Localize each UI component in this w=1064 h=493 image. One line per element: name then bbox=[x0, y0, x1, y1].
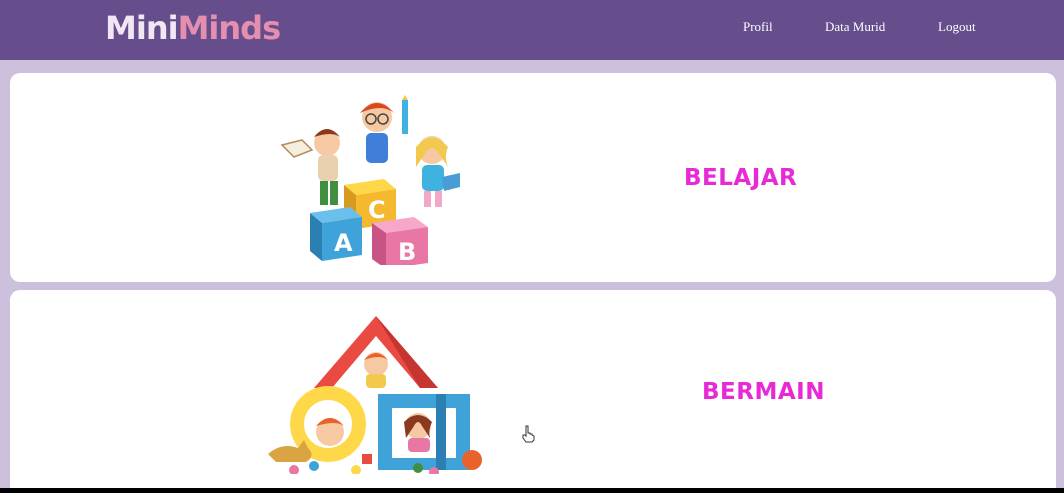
card-label-bermain: BERMAIN bbox=[702, 379, 825, 405]
brand-logo-part1: Mini bbox=[105, 9, 179, 47]
nav-link-profil[interactable]: Profil bbox=[743, 19, 773, 35]
svg-text:B: B bbox=[398, 238, 416, 265]
card-label-belajar: BELAJAR bbox=[684, 165, 798, 191]
svg-text:C: C bbox=[368, 196, 386, 224]
card-belajar[interactable]: C A B BELAJAR bbox=[10, 73, 1056, 282]
svg-text:A: A bbox=[334, 229, 353, 257]
navbar: MiniMinds Profil Data Murid Logout bbox=[0, 0, 1064, 60]
brand-logo[interactable]: MiniMinds bbox=[105, 8, 282, 48]
bottom-edge-bar bbox=[0, 488, 1064, 493]
hand-cursor-icon bbox=[522, 425, 535, 443]
kids-playhouse-icon bbox=[268, 316, 482, 474]
nav-link-logout[interactable]: Logout bbox=[938, 19, 976, 35]
card-bermain[interactable]: BERMAIN bbox=[10, 290, 1056, 493]
brand-logo-part2: Minds bbox=[177, 9, 282, 47]
nav-link-data-murid[interactable]: Data Murid bbox=[825, 19, 885, 35]
kids-abc-blocks-icon: C A B bbox=[280, 95, 460, 265]
